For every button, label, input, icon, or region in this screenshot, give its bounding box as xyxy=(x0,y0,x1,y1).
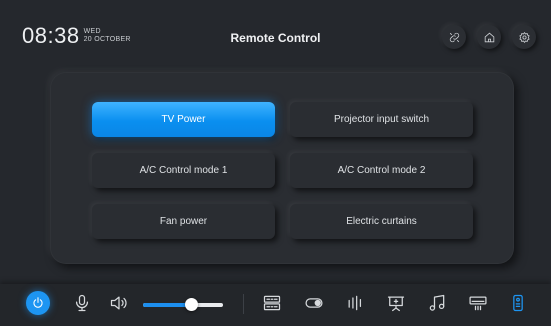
home-icon xyxy=(484,32,494,42)
presentation-button[interactable] xyxy=(384,292,408,314)
control-panel: TV Power Projector input switch A/C Cont… xyxy=(50,72,514,264)
volume-slider-thumb[interactable] xyxy=(185,298,198,311)
presentation-icon xyxy=(387,296,405,312)
power-button[interactable] xyxy=(26,291,50,315)
volume-slider-fill xyxy=(143,303,191,307)
music-button[interactable] xyxy=(425,292,449,314)
air-conditioner-button[interactable] xyxy=(466,292,490,314)
fan-power-button[interactable]: Fan power xyxy=(92,204,275,239)
electric-curtains-label: Electric curtains xyxy=(346,216,417,227)
ac-control-mode-2-button[interactable]: A/C Control mode 2 xyxy=(290,153,473,188)
electric-curtains-button[interactable]: Electric curtains xyxy=(290,204,473,239)
matrix-switch-button[interactable] xyxy=(260,292,284,314)
projector-input-switch-label: Projector input switch xyxy=(333,114,430,125)
equalizer-button[interactable] xyxy=(343,292,367,314)
link-icon xyxy=(449,32,459,42)
toggle-button[interactable] xyxy=(302,292,326,314)
ac-control-mode-2-label: A/C Control mode 2 xyxy=(337,165,426,176)
ac-control-mode-1-label: A/C Control mode 1 xyxy=(139,165,228,176)
volume-slider[interactable] xyxy=(143,298,223,311)
matrix-switch-icon xyxy=(263,295,281,311)
equalizer-icon xyxy=(348,295,362,311)
link-button[interactable] xyxy=(442,25,466,49)
fan-power-label: Fan power xyxy=(159,216,208,227)
ac-control-mode-1-button[interactable]: A/C Control mode 1 xyxy=(92,153,275,188)
remote-icon xyxy=(513,294,523,312)
home-button[interactable] xyxy=(477,25,501,49)
projector-input-switch-button[interactable]: Projector input switch xyxy=(290,102,473,137)
music-note-icon xyxy=(429,294,445,311)
header-bar: 08:38 WED 20 OCTOBER Remote Control xyxy=(0,0,551,70)
air-conditioner-icon xyxy=(469,296,487,311)
toolbar-divider xyxy=(243,294,244,314)
gear-icon xyxy=(518,31,530,43)
volume-button[interactable] xyxy=(107,292,131,314)
settings-button[interactable] xyxy=(512,25,536,49)
microphone-icon xyxy=(75,294,89,312)
power-icon xyxy=(33,297,43,308)
speaker-icon xyxy=(110,296,127,310)
remote-button[interactable] xyxy=(506,292,530,314)
tv-power-button[interactable]: TV Power xyxy=(92,102,275,137)
page-title: Remote Control xyxy=(230,31,321,45)
tv-power-label: TV Power xyxy=(161,114,206,125)
microphone-button[interactable] xyxy=(70,292,94,314)
toggle-icon xyxy=(305,298,323,308)
